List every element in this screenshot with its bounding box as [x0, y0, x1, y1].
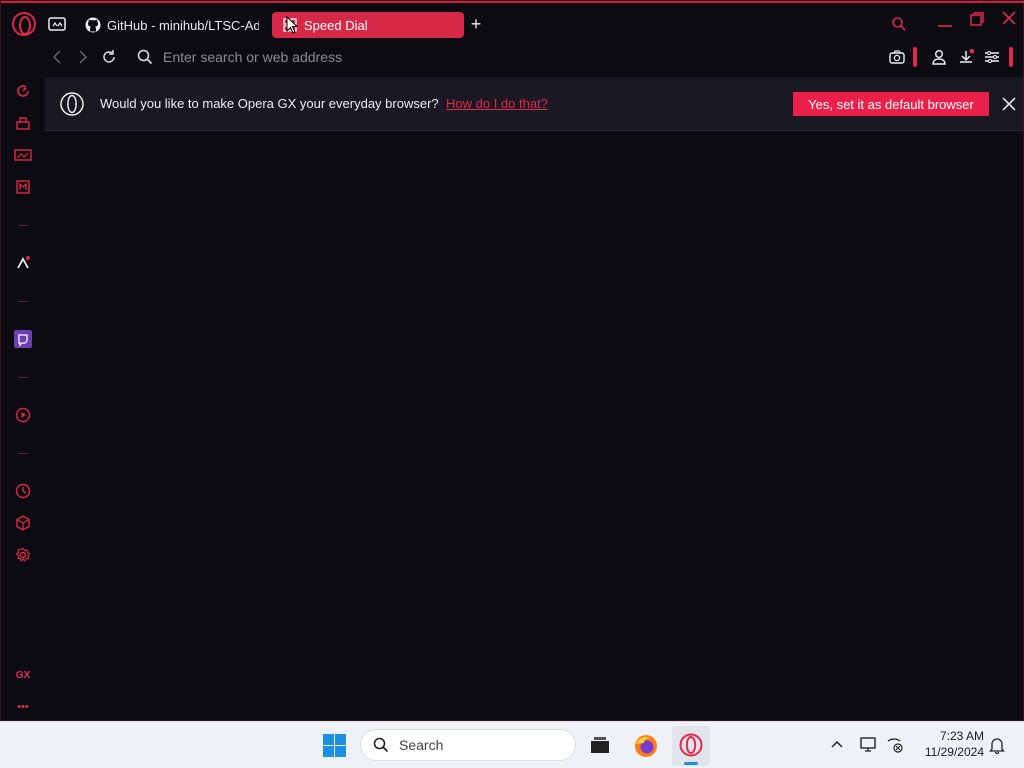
sidebar-divider	[18, 225, 28, 226]
minimize-icon[interactable]	[935, 12, 955, 32]
date-text: 11/29/2024	[924, 745, 984, 759]
new-tab-plus-icon[interactable]: +	[466, 14, 486, 34]
aria-icon[interactable]	[11, 251, 35, 275]
address-bar	[45, 43, 1024, 71]
more-icon[interactable]: •••	[11, 695, 35, 719]
close-window-icon[interactable]	[999, 8, 1019, 28]
accent-line	[1, 1, 1024, 3]
player-icon[interactable]	[11, 403, 35, 427]
mouse-cursor-icon	[286, 15, 299, 34]
time-text: 7:23 AM	[939, 729, 984, 743]
forward-icon[interactable]	[73, 47, 93, 67]
history-icon[interactable]	[11, 479, 35, 503]
reload-icon[interactable]	[99, 47, 119, 67]
search-icon	[373, 737, 389, 753]
address-input[interactable]	[163, 45, 703, 69]
network-off-icon[interactable]	[886, 736, 904, 754]
tab-label: Speed Dial	[304, 17, 368, 33]
tab-label: GitHub - minihub/LTSC-Ad	[107, 17, 259, 33]
github-icon	[85, 17, 101, 33]
windows-start-icon[interactable]	[323, 734, 346, 757]
sidebar-divider	[18, 301, 28, 302]
accent-divider	[1009, 47, 1013, 67]
task-view-icon[interactable]	[590, 736, 610, 756]
tab-bar: GitHub - minihub/LTSC-Ad Speed Dial +	[45, 9, 1024, 39]
default-browser-banner: Would you like to make Opera GX your eve…	[45, 77, 1023, 131]
display-icon[interactable]	[860, 736, 878, 754]
sidebar-divider	[18, 453, 28, 454]
downloads-icon[interactable]	[956, 47, 976, 67]
back-icon[interactable]	[47, 47, 67, 67]
how-to-link[interactable]: How do I do that?	[446, 96, 548, 111]
firefox-icon[interactable]	[634, 734, 658, 758]
tab-speed-dial[interactable]: Speed Dial	[272, 12, 464, 38]
accent-divider	[913, 47, 917, 67]
search-icon	[135, 47, 155, 67]
easy-setup-icon[interactable]	[982, 47, 1002, 67]
sidebar: GX •••	[1, 1, 45, 722]
gx-label[interactable]: GX	[11, 663, 35, 687]
close-icon[interactable]	[999, 94, 1019, 114]
search-label: Search	[399, 737, 444, 753]
account-icon[interactable]	[929, 47, 949, 67]
taskbar-search[interactable]: Search	[360, 729, 576, 761]
active-indicator	[684, 762, 698, 765]
settings-icon[interactable]	[11, 543, 35, 567]
tab-github[interactable]: GitHub - minihub/LTSC-Ad	[75, 12, 259, 38]
speed-dial-icon[interactable]	[11, 79, 35, 103]
clock[interactable]: 7:23 AM 11/29/2024	[912, 728, 984, 760]
gx-control-icon[interactable]	[11, 111, 35, 135]
banner-message: Would you like to make Opera GX your eve…	[100, 96, 439, 111]
snapshot-icon[interactable]	[887, 47, 907, 67]
taskbar: Search 7:23 AM 11/29/2024	[0, 721, 1024, 768]
notification-bell-icon[interactable]	[989, 736, 1005, 755]
set-default-button[interactable]: Yes, set it as default browser	[793, 92, 989, 116]
browser-window: GX ••• GitHub - minihub/LTSC-Ad Speed Di…	[0, 0, 1024, 721]
tab-search-icon[interactable]	[889, 14, 909, 34]
gx-music-icon[interactable]	[11, 175, 35, 199]
gx-corner-icon[interactable]	[11, 143, 35, 167]
chevron-up-icon[interactable]	[830, 737, 846, 753]
opera-gx-taskbar-button[interactable]	[672, 726, 710, 766]
restore-icon[interactable]	[967, 9, 987, 29]
extensions-icon[interactable]	[11, 511, 35, 535]
sidebar-divider	[18, 377, 28, 378]
opera-gx-logo-icon[interactable]	[12, 12, 36, 36]
workspace-icon[interactable]	[47, 14, 67, 34]
opera-logo-icon	[60, 92, 84, 116]
twitch-icon[interactable]	[11, 327, 35, 351]
